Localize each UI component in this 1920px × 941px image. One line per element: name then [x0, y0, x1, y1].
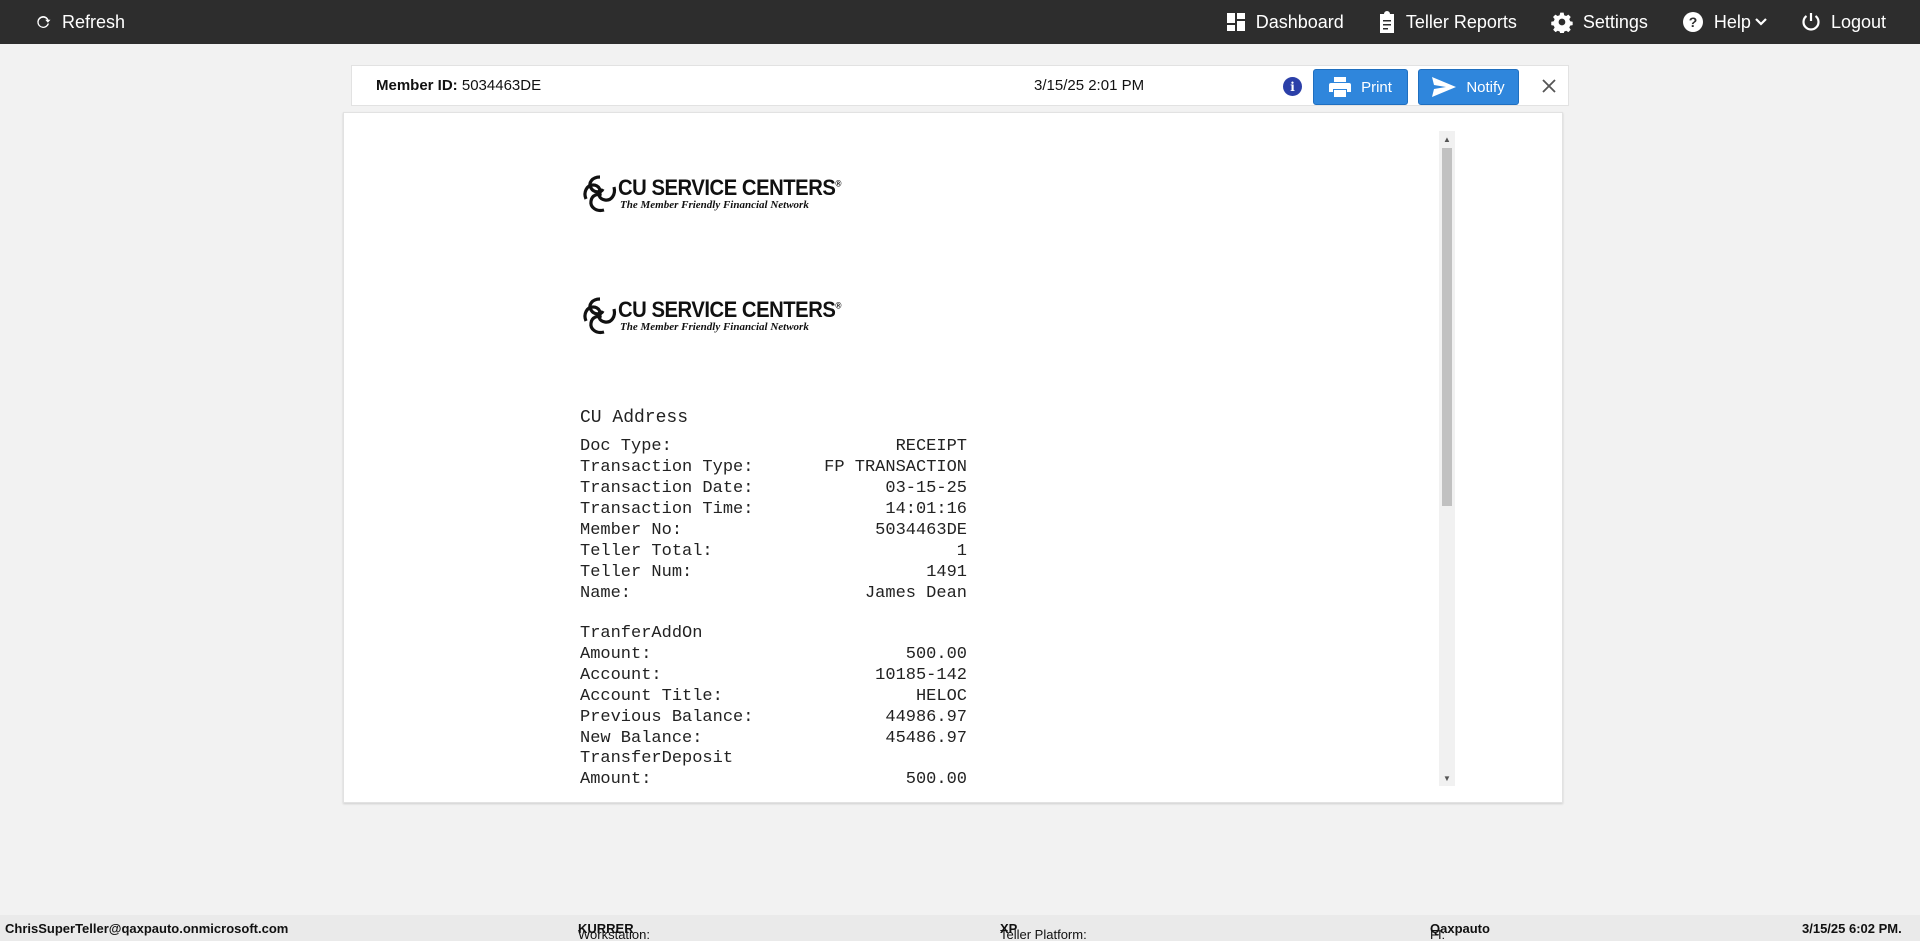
footer-platform: Teller Platform: XP [1000, 921, 1087, 941]
cu-logo: CU SERVICE CENTERS® The Member Friendly … [580, 173, 860, 215]
question-icon: ? [1682, 12, 1703, 32]
power-icon [1802, 13, 1820, 31]
notify-button[interactable]: Notify [1418, 69, 1519, 105]
scroll-up-arrow[interactable]: ▲ [1439, 131, 1455, 147]
logo-title: CU SERVICE CENTERS® [618, 175, 842, 200]
dashboard-link[interactable]: Dashboard [1226, 12, 1344, 33]
logo-tagline: The Member Friendly Financial Network [620, 199, 809, 211]
receipt-row: Doc Type: RECEIPT [580, 437, 967, 456]
header-datetime: 3/15/25 2:01 PM [1034, 77, 1145, 94]
receipt-row: Name: James Dean [580, 584, 967, 603]
document-viewer: CU SERVICE CENTERS® The Member Friendly … [343, 112, 1563, 803]
scroll-down-arrow[interactable]: ▼ [1439, 770, 1455, 786]
footer-datetime: 3/15/25 6:02 PM. [1802, 921, 1902, 936]
receipt-summary: Doc Type: RECEIPT Transaction Type: FP TRA… [580, 436, 967, 604]
cu-address: CU Address [580, 408, 689, 428]
receipt-document: CU SERVICE CENTERS® The Member Friendly … [344, 131, 1454, 786]
clipboard-icon [1379, 11, 1394, 33]
logout-label: Logout [1830, 11, 1886, 32]
document-scrollbar[interactable]: ▲ ▼ [1439, 131, 1455, 786]
receipt-row: Amount: 500.00 [580, 770, 967, 786]
scroll-thumb[interactable] [1442, 148, 1452, 506]
footer-workstation: Workstation: KURRER [578, 921, 651, 941]
refresh-icon [37, 16, 51, 28]
top-nav-bar: Refresh Dashboard Teller Reports Setting… [0, 0, 1920, 44]
info-icon[interactable]: i [1283, 77, 1302, 96]
footer-user: ChrisSuperTeller@qaxpauto.onmicrosoft.co… [5, 921, 289, 936]
help-label: Help [1713, 11, 1751, 32]
teller-reports-label: Teller Reports [1405, 11, 1517, 32]
chevron-down-icon [1755, 18, 1767, 26]
footer-fi: FI: Qaxpauto [1430, 921, 1490, 941]
cu-swirl-logo [583, 175, 617, 213]
section-title: TransferDeposit [580, 749, 734, 768]
receipt-row: Transaction Time: 14:01:16 [580, 500, 967, 519]
refresh-button[interactable]: Refresh [34, 0, 125, 44]
transfer-deposit-section: TransferDeposit Amount: 500.00 [580, 748, 967, 786]
teller-reports-link[interactable]: Teller Reports [1378, 11, 1517, 33]
member-id-value: 5034463DE [461, 77, 542, 94]
receipt-row: Previous Balance: 44986.97 [580, 708, 967, 727]
refresh-label: Refresh [62, 11, 126, 32]
settings-link[interactable]: Settings [1551, 11, 1648, 33]
dashboard-label: Dashboard [1255, 11, 1344, 32]
close-button[interactable] [1538, 75, 1560, 97]
logo-title: CU SERVICE CENTERS® [618, 297, 842, 322]
receipt-row: Transaction Date: 03-15-25 [580, 479, 967, 498]
send-icon [1432, 77, 1457, 97]
notify-label: Notify [1466, 78, 1505, 96]
receipt-row: Teller Num: 1491 [580, 563, 967, 582]
member-id-label: Member ID: [376, 77, 458, 94]
cu-logo-2: CU SERVICE CENTERS® The Member Friendly … [580, 295, 860, 337]
member-id: Member ID: 5034463DE [376, 77, 541, 94]
right-nav: Dashboard Teller Reports Settings ? Help… [1226, 0, 1920, 44]
logo-tagline: The Member Friendly Financial Network [620, 321, 809, 333]
status-footer: ChrisSuperTeller@qaxpauto.onmicrosoft.co… [0, 915, 1920, 941]
receipt-row: Transaction Type: FP TRANSACTION [580, 458, 967, 477]
help-menu[interactable]: ? Help [1682, 11, 1767, 33]
receipt-row: Account Title: HELOC [580, 687, 967, 706]
close-icon [1542, 79, 1556, 93]
gear-icon [1551, 12, 1573, 33]
printer-icon [1329, 77, 1352, 97]
receipt-header: Member ID: 5034463DE 3/15/25 2:01 PM i P… [351, 65, 1569, 106]
receipt-row: Teller Total: 1 [580, 542, 967, 561]
dashboard-icon [1226, 13, 1245, 31]
receipt-row: Account: 10185-142 [580, 666, 967, 685]
receipt-row: New Balance: 45486.97 [580, 729, 967, 748]
print-button[interactable]: Print [1313, 69, 1408, 105]
settings-label: Settings [1582, 11, 1648, 32]
transfer-addon-section: TranferAddOn Amount: 500.00 Account: 10185… [580, 623, 967, 749]
svg-text:?: ? [1689, 14, 1698, 30]
section-title: TranferAddOn [580, 624, 703, 643]
print-label: Print [1361, 78, 1392, 96]
receipt-row: Amount: 500.00 [580, 645, 967, 664]
cu-swirl-logo [583, 297, 617, 335]
receipt-row: Member No: 5034463DE [580, 521, 967, 540]
logout-link[interactable]: Logout [1801, 12, 1886, 33]
